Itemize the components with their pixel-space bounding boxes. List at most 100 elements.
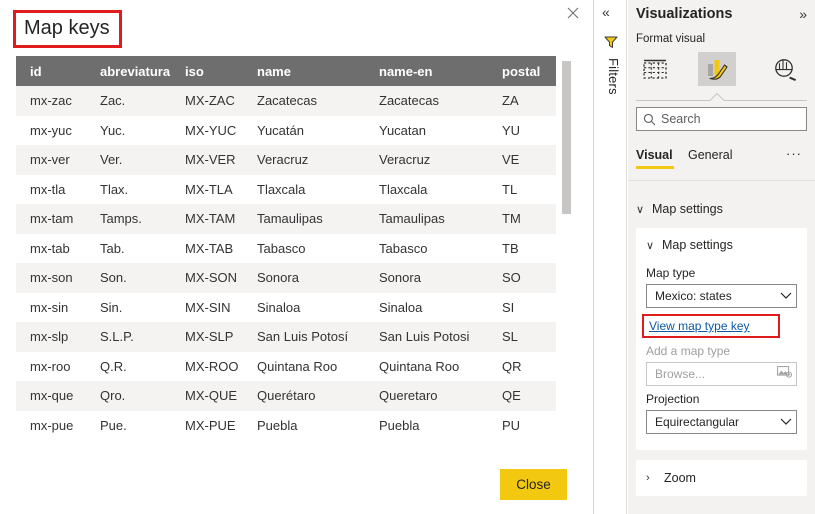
- map-settings-section-header[interactable]: ∨ Map settings: [646, 238, 733, 252]
- filters-rail: « Filters: [595, 0, 627, 514]
- tab-general[interactable]: General: [688, 148, 732, 162]
- table-cell-name-en: Quintana Roo: [365, 351, 488, 381]
- table-cell-postal: SL: [488, 322, 556, 352]
- map-settings-card: ∨ Map settings Map type Mexico: states V…: [636, 228, 807, 450]
- map-settings-section-label: Map settings: [662, 238, 733, 252]
- map-type-dropdown[interactable]: Mexico: states: [646, 284, 797, 308]
- zoom-card-label: Zoom: [664, 471, 696, 485]
- visualizations-title: Visualizations: [636, 6, 733, 22]
- table-cell-name-en: Tlaxcala: [365, 174, 488, 204]
- map-settings-group-header[interactable]: ∨ Map settings: [636, 200, 807, 218]
- table-cell-iso: MX-SON: [171, 263, 243, 293]
- chevron-right-icon: ›: [646, 472, 650, 484]
- table-cell-id: mx-tab: [16, 233, 86, 263]
- column-header-name[interactable]: name: [243, 56, 365, 86]
- column-header-abreviatura[interactable]: abreviatura: [86, 56, 171, 86]
- table-cell-iso: MX-ZAC: [171, 86, 243, 116]
- table-cell-id: mx-que: [16, 381, 86, 411]
- table-cell-id: mx-pue: [16, 410, 86, 440]
- table-cell-abreviatura: Qro.: [86, 381, 171, 411]
- table-row: mx-ver Ver. MX-VER Veracruz Veracruz VE: [16, 145, 556, 175]
- analytics-icon[interactable]: [766, 52, 804, 86]
- table-cell-name: Yucatán: [243, 115, 365, 145]
- table-cell-postal: TB: [488, 233, 556, 263]
- table-row: mx-son Son. MX-SON Sonora Sonora SO: [16, 263, 556, 293]
- table-cell-id: mx-roo: [16, 351, 86, 381]
- table-body: mx-zac Zac. MX-ZAC Zacatecas Zacatecas ZA mx-y…: [16, 86, 556, 440]
- tab-visual[interactable]: Visual: [636, 148, 673, 162]
- table-cell-iso: MX-ROO: [171, 351, 243, 381]
- table-cell-postal: YU: [488, 115, 556, 145]
- table-row: mx-slp S.L.P. MX-SLP San Luis Potosí San Lui…: [16, 322, 556, 352]
- format-visual-subtitle: Format visual: [636, 33, 706, 45]
- map-type-label: Map type: [646, 266, 696, 280]
- table-cell-id: mx-tla: [16, 174, 86, 204]
- visualizations-pane: Visualizations » Format visual Search Vi…: [628, 0, 815, 514]
- zoom-card[interactable]: › Zoom: [636, 460, 807, 496]
- table-cell-id: mx-zac: [16, 86, 86, 116]
- table-cell-name: Puebla: [243, 410, 365, 440]
- table-cell-abreviatura: S.L.P.: [86, 322, 171, 352]
- table-cell-name: Sonora: [243, 263, 365, 293]
- table-cell-iso: MX-TLA: [171, 174, 243, 204]
- table-cell-postal: TL: [488, 174, 556, 204]
- build-visual-icon[interactable]: [636, 52, 674, 86]
- table-cell-name-en: Queretaro: [365, 381, 488, 411]
- table-cell-abreviatura: Pue.: [86, 410, 171, 440]
- table-scrollbar[interactable]: [560, 56, 573, 463]
- table-cell-id: mx-son: [16, 263, 86, 293]
- table-cell-postal: TM: [488, 204, 556, 234]
- page-title-highlight: Map keys: [13, 10, 122, 48]
- table-cell-name: Veracruz: [243, 145, 365, 175]
- table-cell-abreviatura: Tab.: [86, 233, 171, 263]
- table-cell-name: Tlaxcala: [243, 174, 365, 204]
- table-cell-name-en: San Luis Potosi: [365, 322, 488, 352]
- table-cell-iso: MX-TAB: [171, 233, 243, 263]
- format-visual-icon[interactable]: [698, 52, 736, 86]
- chevron-double-left-icon[interactable]: «: [602, 4, 610, 20]
- table-cell-iso: MX-QUE: [171, 381, 243, 411]
- table-cell-name: Tamaulipas: [243, 204, 365, 234]
- view-map-type-key-link[interactable]: View map type key: [649, 319, 750, 333]
- projection-dropdown[interactable]: Equirectangular: [646, 410, 797, 434]
- table-scrollbar-thumb[interactable]: [562, 61, 571, 214]
- chevron-down-icon: ∨: [646, 239, 655, 252]
- view-map-type-key-highlight: View map type key: [642, 314, 780, 338]
- close-icon[interactable]: [562, 4, 584, 26]
- table-cell-postal: SI: [488, 292, 556, 322]
- tab-visual-indicator: [636, 166, 674, 169]
- map-keys-table-container: id abreviatura iso name name-en postal m…: [16, 56, 556, 463]
- table-cell-iso: MX-YUC: [171, 115, 243, 145]
- browse-file-input[interactable]: Browse...: [646, 362, 797, 386]
- search-placeholder: Search: [661, 112, 701, 126]
- table-row: mx-tab Tab. MX-TAB Tabasco Tabasco TB: [16, 233, 556, 263]
- chevron-down-icon: ∨: [636, 203, 645, 216]
- table-row: mx-zac Zac. MX-ZAC Zacatecas Zacatecas ZA: [16, 86, 556, 116]
- panel-divider: [628, 180, 815, 181]
- column-header-postal[interactable]: postal: [488, 56, 556, 86]
- filter-icon[interactable]: [603, 34, 619, 50]
- table-cell-name-en: Tabasco: [365, 233, 488, 263]
- table-row: mx-roo Q.R. MX-ROO Quintana Roo Quintana Roo…: [16, 351, 556, 381]
- map-settings-group-label: Map settings: [652, 202, 723, 216]
- browse-image-icon[interactable]: [777, 365, 792, 383]
- table-cell-name-en: Zacatecas: [365, 86, 488, 116]
- more-options-icon[interactable]: ···: [786, 146, 802, 161]
- chevron-down-icon: [780, 287, 792, 305]
- table-cell-abreviatura: Yuc.: [86, 115, 171, 145]
- table-cell-abreviatura: Ver.: [86, 145, 171, 175]
- chevron-double-right-icon[interactable]: »: [799, 6, 807, 22]
- column-header-id[interactable]: id: [16, 56, 86, 86]
- table-cell-postal: PU: [488, 410, 556, 440]
- table-cell-name-en: Sonora: [365, 263, 488, 293]
- visual-pane-icon-row: [628, 50, 815, 88]
- map-type-value: Mexico: states: [655, 289, 732, 303]
- close-button[interactable]: Close: [500, 469, 567, 500]
- app-root: Map keys id abreviatura iso name name-en…: [0, 0, 815, 514]
- table-row: mx-pue Pue. MX-PUE Puebla Puebla PU: [16, 410, 556, 440]
- table-cell-iso: MX-TAM: [171, 204, 243, 234]
- column-header-iso[interactable]: iso: [171, 56, 243, 86]
- column-header-name-en[interactable]: name-en: [365, 56, 488, 86]
- search-input[interactable]: Search: [636, 107, 807, 131]
- table-row: mx-tla Tlax. MX-TLA Tlaxcala Tlaxcala TL: [16, 174, 556, 204]
